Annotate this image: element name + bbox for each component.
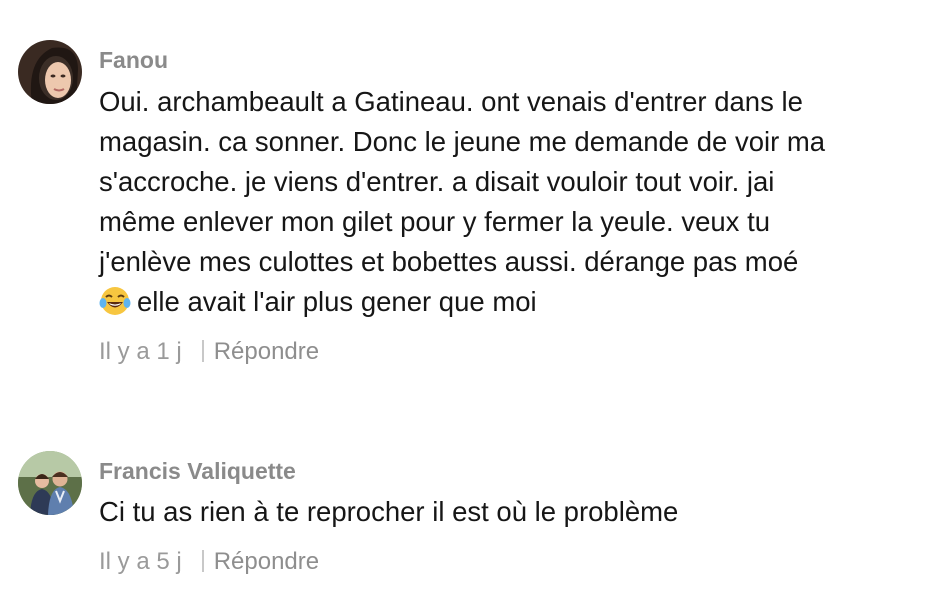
comment-time: Il y a 1 j [99, 338, 182, 365]
comment-author[interactable]: Fanou [99, 47, 168, 74]
comment-text: Ci tu as rien à te reprocher il est où l… [99, 492, 919, 532]
comment-text-line: j'enlève mes culottes et bobettes aussi.… [99, 246, 799, 277]
comment-meta: Il y a 5 j Répondre [99, 548, 319, 576]
avatar[interactable] [18, 40, 82, 104]
divider [201, 340, 204, 362]
comment-text-line: elle avait l'air plus gener que moi [137, 286, 537, 317]
comment-meta: Il y a 1 j Répondre [99, 338, 319, 366]
comment-time: Il y a 5 j [99, 548, 182, 575]
comment-text-line: même enlever mon gilet pour y fermer la … [99, 206, 770, 237]
avatar[interactable] [18, 451, 82, 515]
comment-text-line: magasin. ca sonner. Donc le jeune me dem… [99, 126, 826, 157]
comment-text: Oui. archambeault a Gatineau. ont venais… [99, 82, 919, 322]
comment-text-line-with-emoji: elle avait l'air plus gener que moi [99, 282, 919, 322]
comment-author[interactable]: Francis Valiquette [99, 458, 296, 485]
comment-text-line: Oui. archambeault a Gatineau. ont venais… [99, 86, 803, 117]
reply-button[interactable]: Répondre [214, 338, 319, 365]
reply-button[interactable]: Répondre [214, 548, 319, 575]
comment-text-line: s'accroche. je viens d'entrer. a disait … [99, 166, 775, 197]
tears-of-joy-emoji-icon [99, 285, 131, 317]
divider [201, 550, 204, 572]
comment-text-line: Ci tu as rien à te reprocher il est où l… [99, 496, 679, 527]
